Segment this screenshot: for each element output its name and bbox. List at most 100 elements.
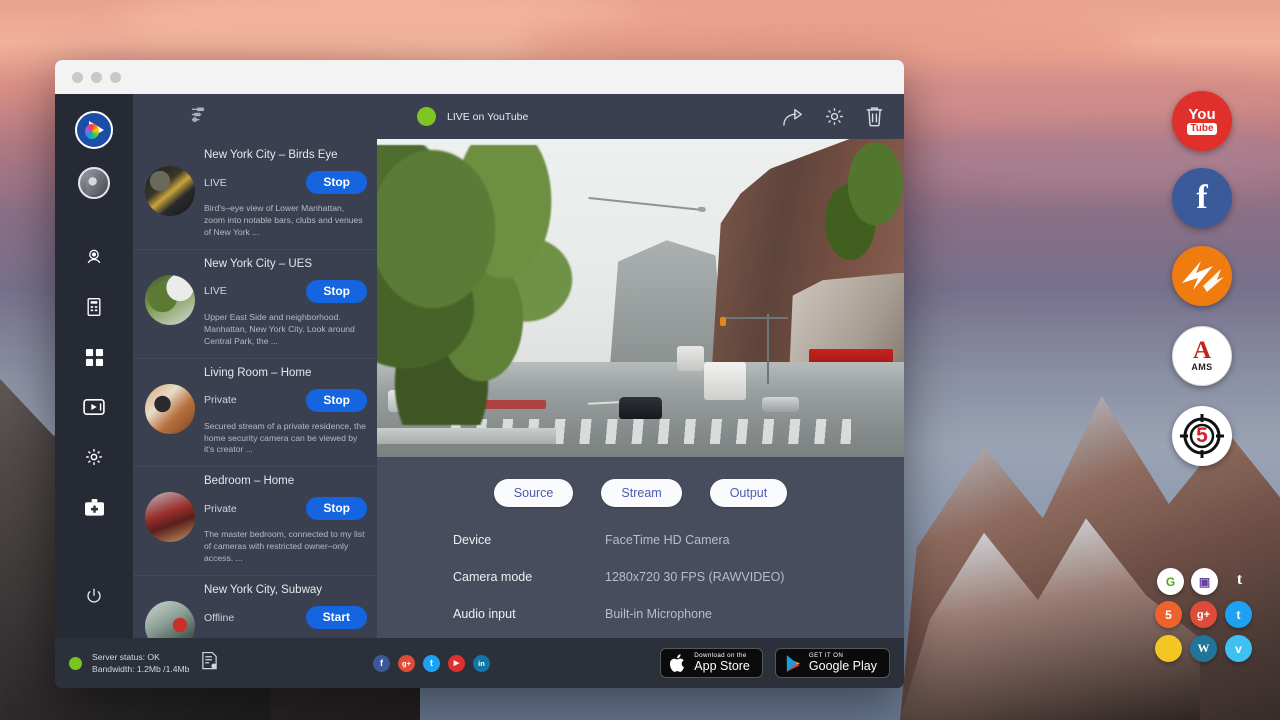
video-signal-arm	[725, 317, 788, 319]
sidebar-item-player[interactable]	[74, 387, 114, 427]
app-store-badge[interactable]: Download on the App Store	[660, 648, 763, 678]
twitter-mini-icon[interactable]: t	[1225, 601, 1252, 628]
sidebar-item-logs[interactable]	[74, 287, 114, 327]
camera-thumbnail	[145, 384, 195, 434]
server-status: Server status: OK Bandwidth: 1.2Mb /1.4M…	[69, 651, 369, 676]
wordpress-mini-icon[interactable]: W	[1190, 635, 1217, 662]
camera-status: LIVE	[204, 285, 227, 297]
window-close-button[interactable]	[72, 72, 83, 83]
twitter-icon[interactable]: t	[423, 655, 440, 672]
detail-tabs: Source Stream Output	[377, 457, 904, 523]
window-minimize-button[interactable]	[91, 72, 102, 83]
info-value: FaceTime HD Camera	[605, 533, 730, 547]
googleplus-icon[interactable]: g+	[398, 655, 415, 672]
vimeo-mini-icon[interactable]: v	[1225, 635, 1252, 662]
adobe-ams-label: AMS	[1191, 362, 1212, 372]
info-row: Audio input Built-in Microphone	[453, 607, 904, 621]
source-info-table: Device FaceTime HD Camera Camera mode 12…	[377, 523, 904, 644]
detail-column: LIVE on YouTube	[377, 94, 904, 638]
google-play-main: Google Play	[809, 660, 877, 674]
sidebar-item-support[interactable]	[74, 487, 114, 527]
sidebar-item-dashboard[interactable]	[74, 337, 114, 377]
camera-list-item[interactable]: New York City – UES LIVE Stop Upper East…	[133, 249, 377, 358]
camera-list-item[interactable]: Living Room – Home Private Stop Secured …	[133, 358, 377, 467]
store-badges: Download on the App Store GET IT ON G	[660, 648, 890, 678]
yellow-mini-icon[interactable]	[1155, 635, 1182, 662]
tab-source[interactable]: Source	[494, 479, 574, 507]
info-row: Device FaceTime HD Camera	[453, 533, 904, 547]
lightning-dock-icon[interactable]	[1172, 246, 1232, 306]
camera-description: Upper East Side and neighborhood. Manhat…	[204, 312, 367, 348]
google-play-badge[interactable]: GET IT ON Google Play	[775, 648, 890, 678]
status-footer: Server status: OK Bandwidth: 1.2Mb /1.4M…	[55, 638, 904, 688]
video-preview[interactable]	[377, 139, 904, 457]
camera-action-button[interactable]: Stop	[306, 171, 367, 194]
youtube-icon[interactable]: ▶	[448, 655, 465, 672]
camera-status-row: LIVE Stop	[204, 171, 367, 194]
camera-list-item[interactable]: Bedroom – Home Private Stop The master b…	[133, 466, 377, 575]
adobe-a-glyph: A	[1193, 340, 1211, 363]
sidebar-item-settings[interactable]	[74, 437, 114, 477]
five-mini-icon[interactable]: 5	[1155, 601, 1182, 628]
info-value: 1280x720 30 FPS (RAWVIDEO)	[605, 570, 784, 584]
camera-list-item[interactable]: New York City – Birds Eye LIVE Stop Bird…	[133, 141, 377, 249]
facebook-glyph: f	[1196, 181, 1207, 215]
server-status-dot	[69, 657, 82, 670]
tab-output[interactable]: Output	[710, 479, 788, 507]
camera-list-item[interactable]: New York City, Subway Offline Start New …	[133, 575, 377, 638]
camera-action-button[interactable]: Start	[306, 606, 367, 629]
video-curb	[377, 428, 556, 444]
camera-title: New York City – UES	[204, 258, 367, 270]
desktop-wallpaper: New York City – Birds Eye LIVE Stop Bird…	[0, 0, 1280, 720]
sort-filter-icon[interactable]	[191, 106, 208, 128]
camera-action-button[interactable]: Stop	[306, 280, 367, 303]
trash-icon[interactable]	[865, 106, 884, 127]
live-indicator-dot	[417, 107, 436, 126]
facebook-icon[interactable]: f	[373, 655, 390, 672]
groupon-mini-icon[interactable]: G	[1157, 568, 1184, 595]
app-store-text: Download on the App Store	[694, 653, 750, 674]
info-label: Audio input	[453, 607, 605, 621]
linkedin-icon[interactable]: in	[473, 655, 490, 672]
google-play-icon	[785, 654, 802, 673]
camera-description: Secured stream of a private residence, t…	[204, 421, 367, 457]
camera-status: Private	[204, 394, 237, 406]
apple-icon	[670, 653, 687, 673]
youtube-dock-icon[interactable]: You Tube	[1172, 91, 1232, 151]
facebook-dock-icon[interactable]: f	[1172, 168, 1232, 228]
google-play-text: GET IT ON Google Play	[809, 653, 877, 674]
live-status: LIVE on YouTube	[417, 107, 528, 126]
video-signal-pole	[767, 314, 769, 384]
toolbar-actions	[782, 106, 884, 127]
video-car	[619, 397, 661, 419]
adobe-ams-dock-icon[interactable]: A AMS	[1172, 326, 1232, 386]
googleplus-mini-icon[interactable]: g+	[1190, 601, 1217, 628]
camera-list[interactable]: New York City – Birds Eye LIVE Stop Bird…	[133, 139, 377, 638]
document-log-icon[interactable]	[201, 651, 218, 675]
app-logo-icon[interactable]	[75, 111, 113, 149]
grid-icon	[85, 348, 104, 367]
app-window: New York City – Birds Eye LIVE Stop Bird…	[55, 60, 904, 688]
camera-list-column: New York City – Birds Eye LIVE Stop Bird…	[133, 94, 377, 638]
user-avatar[interactable]	[78, 167, 110, 199]
sidebar-item-power[interactable]	[74, 576, 114, 616]
video-van	[704, 362, 746, 400]
youtube-label-top: You	[1188, 107, 1215, 122]
target-five-dock-icon[interactable]: 5	[1172, 406, 1232, 466]
twitch-mini-icon[interactable]: ▣	[1191, 568, 1218, 595]
camera-action-button[interactable]: Stop	[306, 497, 367, 520]
share-icon[interactable]	[782, 107, 804, 127]
video-trees	[377, 145, 588, 425]
first-aid-icon	[84, 498, 105, 517]
sidebar-item-cameras[interactable]	[74, 237, 114, 277]
window-maximize-button[interactable]	[110, 72, 121, 83]
power-icon	[85, 587, 103, 605]
camera-thumbnail	[145, 492, 195, 542]
camera-list-toolbar	[133, 94, 377, 139]
tumblr-mini-icon[interactable]: t	[1226, 566, 1253, 593]
video-tree-right	[825, 139, 904, 260]
camera-action-button[interactable]: Stop	[306, 389, 367, 412]
tab-stream[interactable]: Stream	[601, 479, 681, 507]
gear-icon[interactable]	[824, 106, 845, 127]
info-label: Device	[453, 533, 605, 547]
